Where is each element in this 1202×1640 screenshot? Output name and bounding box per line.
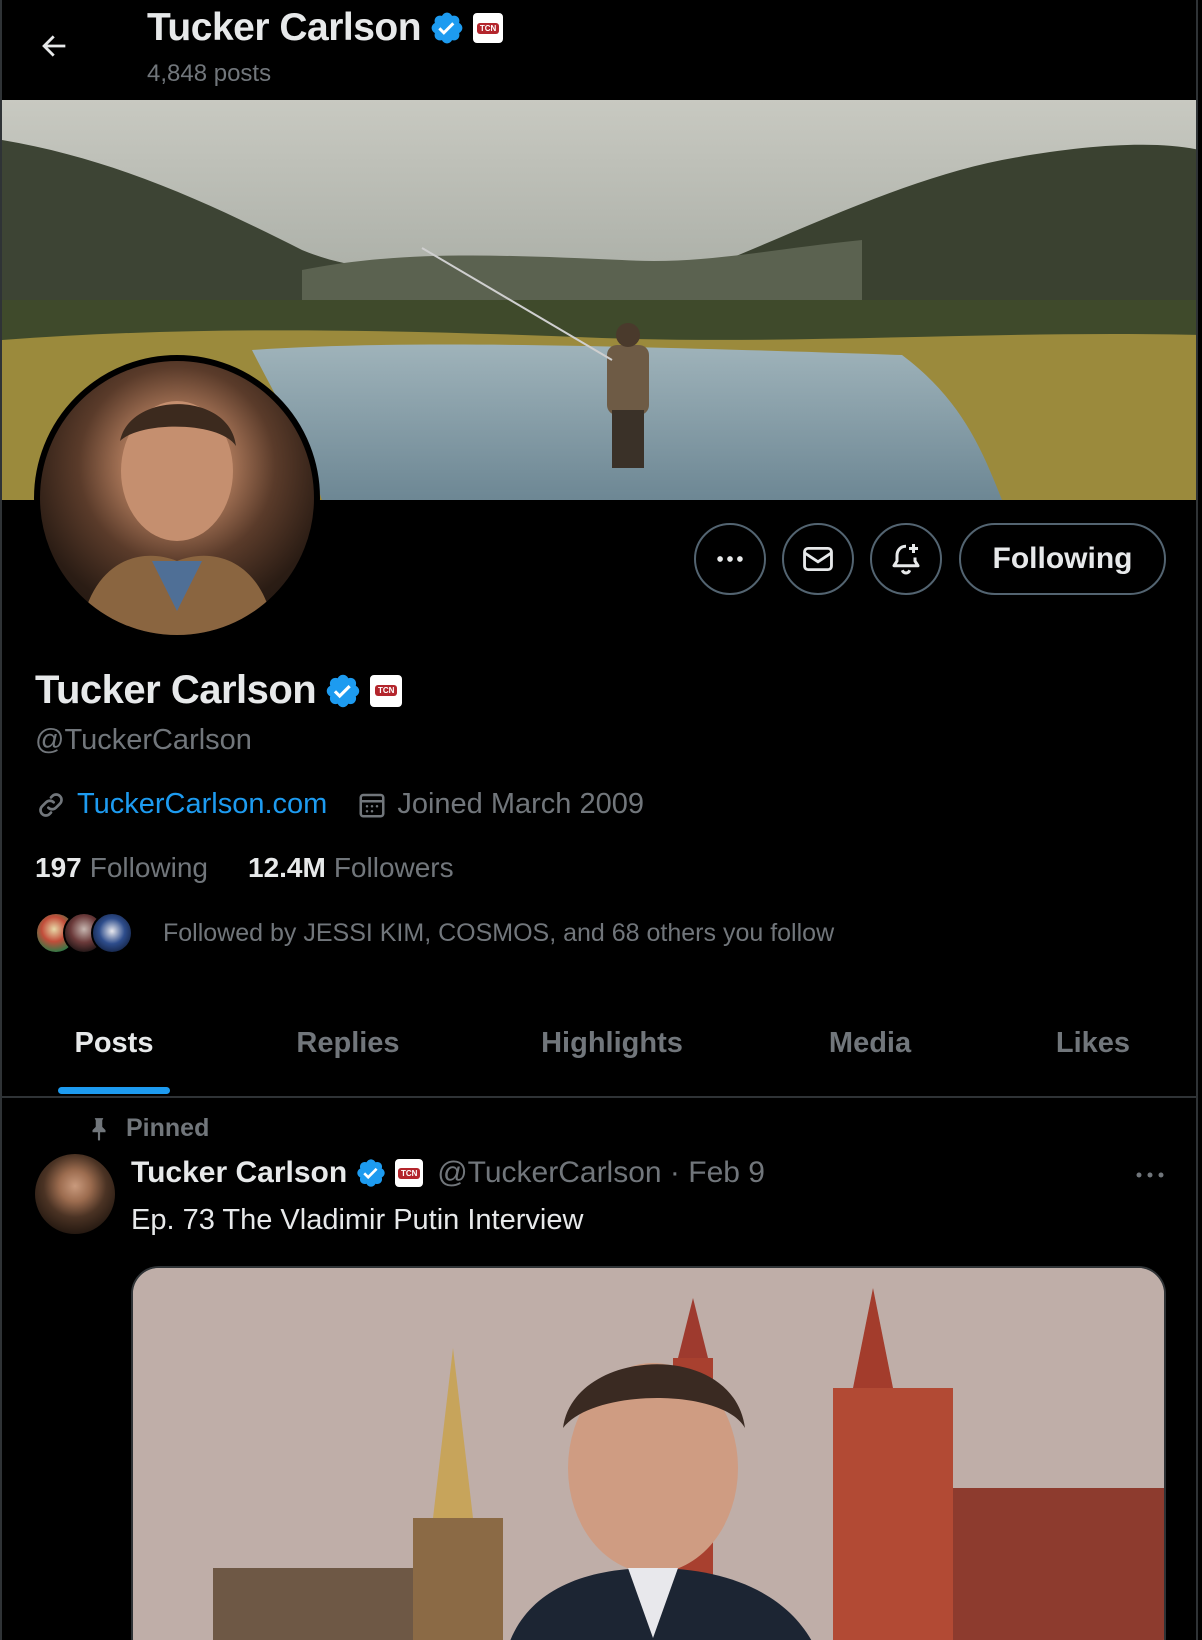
profile-tabs: Posts Replies Highlights Media Likes [2, 990, 1196, 1098]
profile-avatar[interactable] [34, 355, 320, 641]
more-options-button[interactable] [694, 523, 766, 595]
website-link[interactable]: TuckerCarlson.com [77, 788, 327, 821]
post-handle-date: @TuckerCarlson · Feb 9 [437, 1156, 765, 1189]
arrow-left-icon [42, 35, 66, 57]
joined-date: Joined March 2009 [397, 788, 644, 820]
profile-name: Tucker Carlson [35, 668, 317, 712]
pinned-indicator: Pinned [86, 1114, 209, 1143]
bell-plus-icon [892, 544, 920, 575]
post-author-name[interactable]: Tucker Carlson [131, 1156, 347, 1190]
header-title: Tucker Carlson TCN [147, 6, 504, 50]
tab-media[interactable]: Media [754, 990, 986, 1096]
post-more-button[interactable] [1130, 1160, 1170, 1190]
tab-replies[interactable]: Replies [226, 990, 470, 1096]
follow-stats: 197 Following 12.4M Followers [35, 852, 494, 884]
followed-by-row[interactable]: Followed by JESSI KIM, COSMOS, and 68 ot… [35, 912, 834, 954]
verified-badge-icon[interactable] [324, 672, 362, 710]
post-author-avatar[interactable] [35, 1154, 115, 1234]
tcn-affiliate-badge[interactable]: TCN [473, 13, 504, 43]
link-icon [39, 792, 63, 817]
tcn-affiliate-badge: TCN [395, 1159, 424, 1187]
verified-badge-icon [357, 1159, 385, 1187]
post-media-video[interactable] [131, 1266, 1166, 1640]
avatar-portrait-image [80, 401, 275, 635]
back-button[interactable] [32, 24, 76, 68]
followers-stat[interactable]: 12.4M Followers [248, 852, 454, 884]
post-text: Ep. 73 The Vladimir Putin Interview [131, 1204, 584, 1236]
followed-by-text: Followed by JESSI KIM, COSMOS, and 68 ot… [163, 918, 835, 947]
more-dots-icon [1136, 1172, 1164, 1178]
post-header: Tucker Carlson TCN @TuckerCarlson · Feb … [131, 1156, 765, 1190]
avatar [91, 912, 133, 954]
envelope-icon [803, 546, 833, 572]
following-button[interactable]: Following [959, 523, 1166, 595]
top-bar: Tucker Carlson TCN 4,848 posts [2, 0, 1196, 100]
active-tab-indicator [58, 1087, 170, 1094]
calendar-icon [359, 793, 385, 817]
following-stat[interactable]: 197 Following [35, 852, 208, 884]
profile-name-row: Tucker Carlson TCN [35, 668, 403, 713]
more-dots-icon [717, 556, 743, 562]
tcn-affiliate-badge[interactable]: TCN [370, 674, 403, 707]
tab-likes[interactable]: Likes [986, 990, 1196, 1096]
header-posts-count: 4,848 posts [147, 60, 272, 87]
pin-icon [92, 1117, 106, 1141]
profile-meta: TuckerCarlson.com Joined March 2009 [35, 788, 644, 821]
header-name: Tucker Carlson [147, 6, 422, 49]
message-button[interactable] [782, 523, 854, 595]
tab-posts[interactable]: Posts [2, 990, 226, 1096]
video-thumbnail-image [133, 1268, 1164, 1640]
tab-highlights[interactable]: Highlights [470, 990, 754, 1096]
notify-button[interactable] [870, 523, 942, 595]
verified-badge-icon [431, 12, 463, 44]
profile-page: Tucker Carlson TCN 4,848 posts Following… [0, 0, 1198, 1640]
profile-handle: @TuckerCarlson [35, 724, 252, 756]
